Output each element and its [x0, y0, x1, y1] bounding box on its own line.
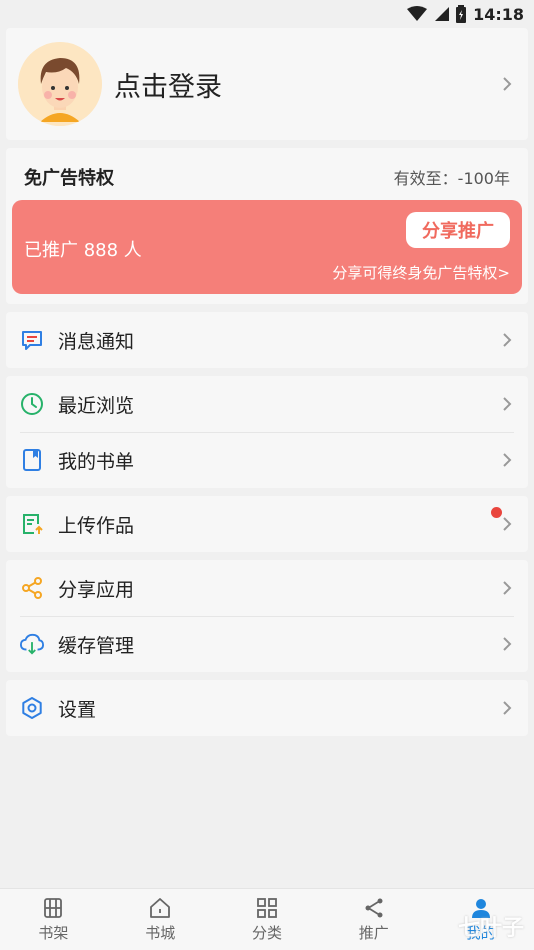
menu-group-app: 分享应用 缓存管理 — [6, 560, 528, 672]
wifi-icon — [407, 6, 428, 21]
menu-label: 缓存管理 — [58, 634, 135, 657]
chevron-right-icon — [503, 333, 512, 347]
tab-bookstore[interactable]: 书城 — [107, 889, 214, 950]
battery-icon — [456, 5, 467, 23]
upload-document-icon — [20, 512, 44, 536]
menu-label: 分享应用 — [58, 578, 135, 601]
ad-free-validity: 有效至：-100年 — [393, 169, 510, 188]
signal-icon — [435, 7, 450, 21]
status-bar: 14:18 — [0, 0, 534, 28]
tab-label: 书城 — [145, 924, 176, 942]
share-promote-button[interactable]: 分享推广 — [406, 212, 510, 248]
menu-item-upload[interactable]: 上传作品 — [6, 496, 528, 552]
menu-group-notifications: 消息通知 — [6, 312, 528, 368]
menu-item-recent[interactable]: 最近浏览 — [6, 376, 528, 432]
new-badge — [491, 507, 502, 518]
share-icon — [20, 576, 44, 600]
bookshelf-icon — [44, 898, 63, 918]
chevron-right-icon — [503, 637, 512, 651]
chevron-right-icon — [503, 453, 512, 467]
tab-label: 分类 — [251, 924, 282, 942]
tab-bookshelf[interactable]: 书架 — [0, 889, 107, 950]
chevron-right-icon — [503, 77, 512, 91]
chevron-right-icon — [503, 517, 512, 531]
menu-label: 最近浏览 — [58, 394, 135, 417]
login-text[interactable]: 点击登录 — [114, 65, 222, 104]
message-icon — [20, 328, 44, 352]
clock-icon — [20, 392, 44, 416]
tab-label: 推广 — [358, 924, 389, 942]
promotion-hint-link[interactable]: 分享可得终身免广告特权> — [332, 262, 510, 283]
cloud-download-icon — [20, 632, 44, 656]
menu-label: 上传作品 — [58, 514, 135, 537]
menu-item-booklist[interactable]: 我的书单 — [6, 432, 528, 488]
menu-label: 我的书单 — [58, 450, 135, 473]
menu-group-upload: 上传作品 — [6, 496, 528, 552]
tab-promote[interactable]: 推广 — [320, 889, 427, 950]
gear-icon — [20, 696, 44, 720]
menu-item-cache[interactable]: 缓存管理 — [6, 616, 528, 672]
menu-item-share-app[interactable]: 分享应用 — [6, 560, 528, 616]
ad-free-title: 免广告特权 — [24, 168, 114, 189]
grid-icon — [257, 898, 277, 918]
status-time: 14:18 — [473, 4, 524, 24]
menu-item-settings[interactable]: 设置 — [6, 680, 528, 736]
menu-label: 消息通知 — [58, 330, 135, 353]
ad-free-card: 免广告特权 有效至：-100年 已推广 888 人 分享推广 分享可得终身免广告… — [6, 148, 528, 304]
bookmark-icon — [20, 448, 44, 472]
share-icon — [365, 898, 383, 918]
watermark-logo: 七叶子 — [457, 916, 524, 941]
chevron-right-icon — [503, 397, 512, 411]
bottom-tab-bar: 书架 书城 分类 推广 我的 — [0, 888, 534, 950]
menu-item-notifications[interactable]: 消息通知 — [6, 312, 528, 368]
promoted-count: 已推广 888 人 — [24, 240, 142, 261]
tab-category[interactable]: 分类 — [214, 889, 321, 950]
menu-label: 设置 — [58, 698, 97, 721]
tab-label: 书架 — [38, 924, 69, 942]
profile-card[interactable]: 点击登录 — [6, 28, 528, 140]
home-icon — [150, 898, 171, 918]
promotion-banner[interactable]: 已推广 888 人 分享推广 分享可得终身免广告特权> — [12, 200, 522, 294]
chevron-right-icon — [503, 581, 512, 595]
menu-group-reading: 最近浏览 我的书单 — [6, 376, 528, 488]
menu-group-settings: 设置 — [6, 680, 528, 736]
chevron-right-icon — [503, 701, 512, 715]
avatar[interactable] — [18, 42, 102, 126]
